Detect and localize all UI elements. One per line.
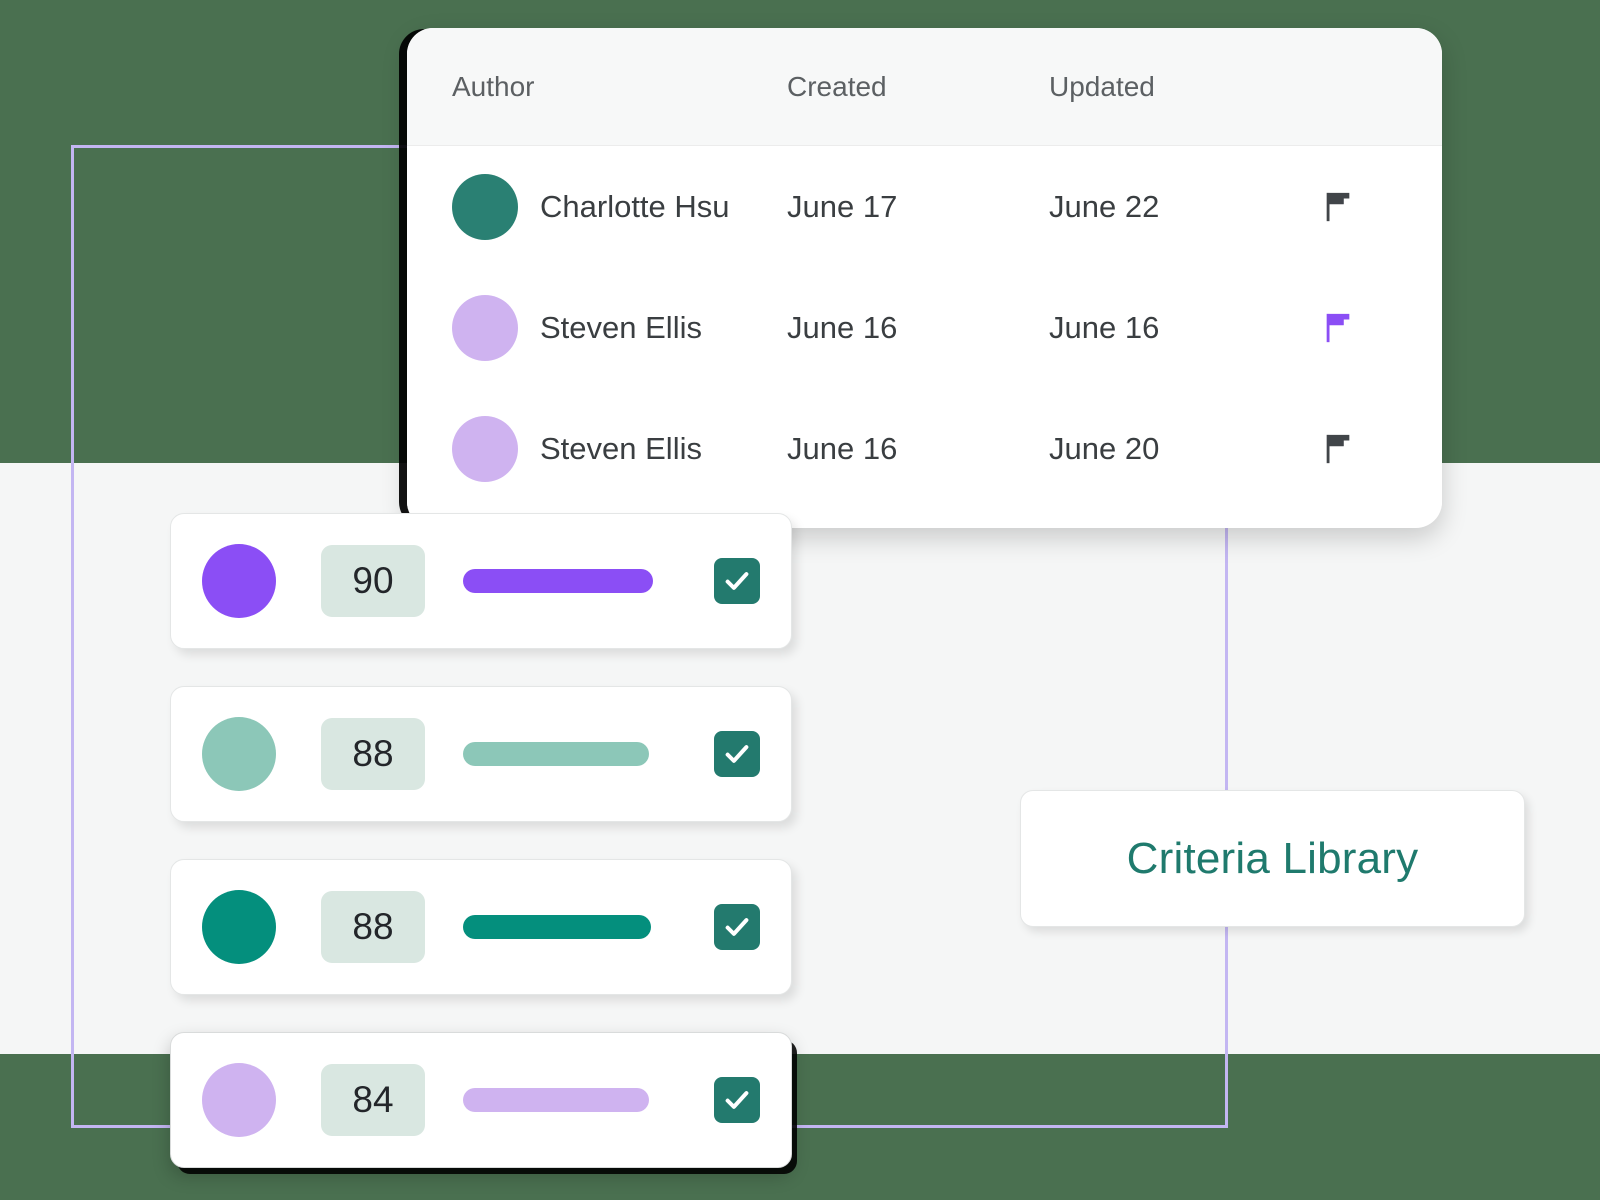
score-bar-track <box>463 569 653 593</box>
cell-created: June 16 <box>787 309 898 345</box>
cell-created: June 17 <box>787 188 898 224</box>
score-bar-fill <box>463 915 651 939</box>
table-row[interactable]: Charlotte Hsu June 17 June 22 <box>407 146 1442 267</box>
category-dot <box>202 890 276 964</box>
score-value: 90 <box>321 545 425 617</box>
avatar <box>452 415 518 482</box>
checkbox-checked[interactable] <box>714 731 760 777</box>
author-name: Steven Ellis <box>540 309 702 345</box>
score-bar-fill <box>463 569 653 593</box>
column-header-author[interactable]: Author <box>407 71 787 103</box>
cell-created: June 16 <box>787 430 898 466</box>
checkbox-checked[interactable] <box>714 558 760 604</box>
cell-flag <box>1311 432 1442 466</box>
score-value: 88 <box>321 718 425 790</box>
author-name: Charlotte Hsu <box>540 188 730 224</box>
avatar <box>452 294 518 361</box>
flag-icon[interactable] <box>1321 190 1355 224</box>
score-value: 84 <box>321 1064 425 1136</box>
cell-author: Steven Ellis <box>407 294 787 361</box>
table-header-row: Author Created Updated <box>407 28 1442 146</box>
score-bar-track <box>463 1088 653 1112</box>
criteria-library-label: Criteria Library <box>1126 833 1419 883</box>
cell-author: Steven Ellis <box>407 415 787 482</box>
score-card[interactable]: 88 <box>170 859 792 995</box>
author-name: Steven Ellis <box>540 430 702 466</box>
table-row[interactable]: Steven Ellis June 16 June 20 <box>407 388 1442 509</box>
score-bar-track <box>463 742 653 766</box>
check-icon <box>725 745 749 763</box>
column-header-created[interactable]: Created <box>787 71 1049 103</box>
cell-updated: June 16 <box>1049 309 1160 345</box>
authors-table-panel: Author Created Updated Charlotte Hsu Jun… <box>407 28 1442 528</box>
category-dot <box>202 544 276 618</box>
checkbox-checked[interactable] <box>714 1077 760 1123</box>
column-header-updated[interactable]: Updated <box>1049 71 1311 103</box>
cell-flag <box>1311 311 1442 345</box>
cell-author: Charlotte Hsu <box>407 173 787 240</box>
score-bar-fill <box>463 1088 649 1112</box>
score-bar-fill <box>463 742 649 766</box>
cell-flag <box>1311 190 1442 224</box>
check-icon <box>725 1091 749 1109</box>
screenshot-stage: Author Created Updated Charlotte Hsu Jun… <box>0 0 1600 1200</box>
score-card[interactable]: 90 <box>170 513 792 649</box>
cell-updated: June 22 <box>1049 188 1160 224</box>
checkbox-checked[interactable] <box>714 904 760 950</box>
category-dot <box>202 1063 276 1137</box>
score-card[interactable]: 84 <box>170 1032 792 1168</box>
flag-icon[interactable] <box>1321 432 1355 466</box>
avatar <box>452 173 518 240</box>
score-value: 88 <box>321 891 425 963</box>
cell-updated: June 20 <box>1049 430 1160 466</box>
table-row[interactable]: Steven Ellis June 16 June 16 <box>407 267 1442 388</box>
score-bar-track <box>463 915 653 939</box>
check-icon <box>725 918 749 936</box>
check-icon <box>725 572 749 590</box>
flag-icon[interactable] <box>1321 311 1355 345</box>
criteria-library-card[interactable]: Criteria Library <box>1020 790 1525 927</box>
category-dot <box>202 717 276 791</box>
score-card[interactable]: 88 <box>170 686 792 822</box>
